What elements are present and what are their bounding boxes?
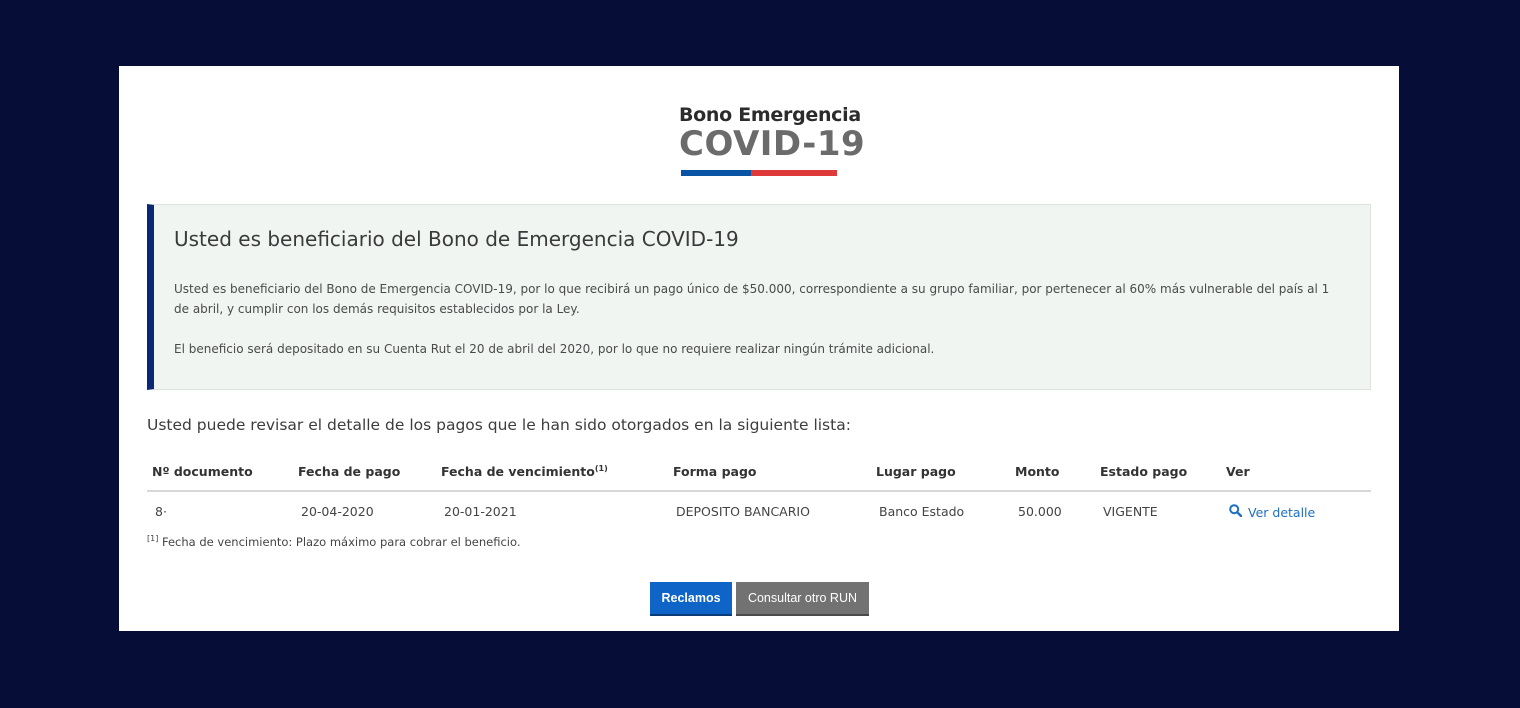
consultar-otro-run-button[interactable]: Consultar otro RUN (736, 582, 869, 616)
footnote-marker: [1] (147, 534, 159, 543)
ver-detalle-label: Ver detalle (1248, 504, 1316, 520)
table-row: 8· 20-04-2020 20-01-2021 DEPOSITO BANCAR… (147, 492, 1371, 530)
ver-detalle-link[interactable]: Ver detalle (1229, 504, 1315, 520)
header-estado-pago: Estado pago (1100, 464, 1188, 479)
header-fecha-vencimiento-label: Fecha de vencimiento (441, 464, 595, 480)
notice-paragraph: El beneficio será depositado en su Cuent… (174, 342, 935, 356)
header-fecha-vencimiento: Fecha de vencimiento(1) (441, 464, 608, 479)
result-modal: Bono Emergencia COVID-19 Usted es benefi… (119, 66, 1399, 631)
flag-bar-red (751, 170, 837, 176)
payments-intro-text: Usted puede revisar el detalle de los pa… (147, 416, 851, 434)
header-ver: Ver (1226, 464, 1250, 479)
cell-monto: 50.000 (1018, 504, 1062, 519)
reclamos-button[interactable]: Reclamos (650, 582, 732, 616)
cell-documento: 8· (155, 504, 167, 519)
action-buttons: Reclamos Consultar otro RUN (650, 582, 869, 616)
header-fecha-pago: Fecha de pago (298, 464, 401, 479)
cell-lugar-pago: Banco Estado (879, 504, 965, 519)
header-documento: Nº documento (152, 464, 253, 479)
logo-line1: Bono Emergencia (679, 104, 861, 126)
header-monto: Monto (1015, 464, 1060, 479)
footnote: [1] Fecha de vencimiento: Plazo máximo p… (147, 534, 521, 549)
footnote-text: Fecha de vencimiento: Plazo máximo para … (158, 534, 521, 549)
notice-paragraph: Usted es beneficiario del Bono de Emerge… (174, 282, 1330, 316)
cell-fecha-pago: 20-04-2020 (301, 504, 374, 519)
flag-bar-blue (681, 170, 751, 176)
cell-estado-pago: VIGENTE (1103, 504, 1158, 519)
cell-fecha-vencimiento: 20-01-2021 (444, 504, 517, 519)
flag-bar (681, 170, 837, 176)
notice-title: Usted es beneficiario del Bono de Emerge… (174, 227, 739, 251)
payments-table: Nº documento Fecha de pago Fecha de venc… (147, 458, 1371, 530)
search-icon (1229, 504, 1243, 520)
beneficiary-notice: Usted es beneficiario del Bono de Emerge… (147, 204, 1371, 390)
logo-line2: COVID-19 (679, 124, 866, 164)
header-lugar-pago: Lugar pago (876, 464, 956, 479)
header-footnote-marker: (1) (594, 464, 608, 473)
table-header: Nº documento Fecha de pago Fecha de venc… (147, 458, 1371, 492)
header-forma-pago: Forma pago (673, 464, 757, 479)
cell-forma-pago: DEPOSITO BANCARIO (676, 504, 810, 519)
bono-emergencia-logo: Bono Emergencia COVID-19 (679, 104, 865, 178)
